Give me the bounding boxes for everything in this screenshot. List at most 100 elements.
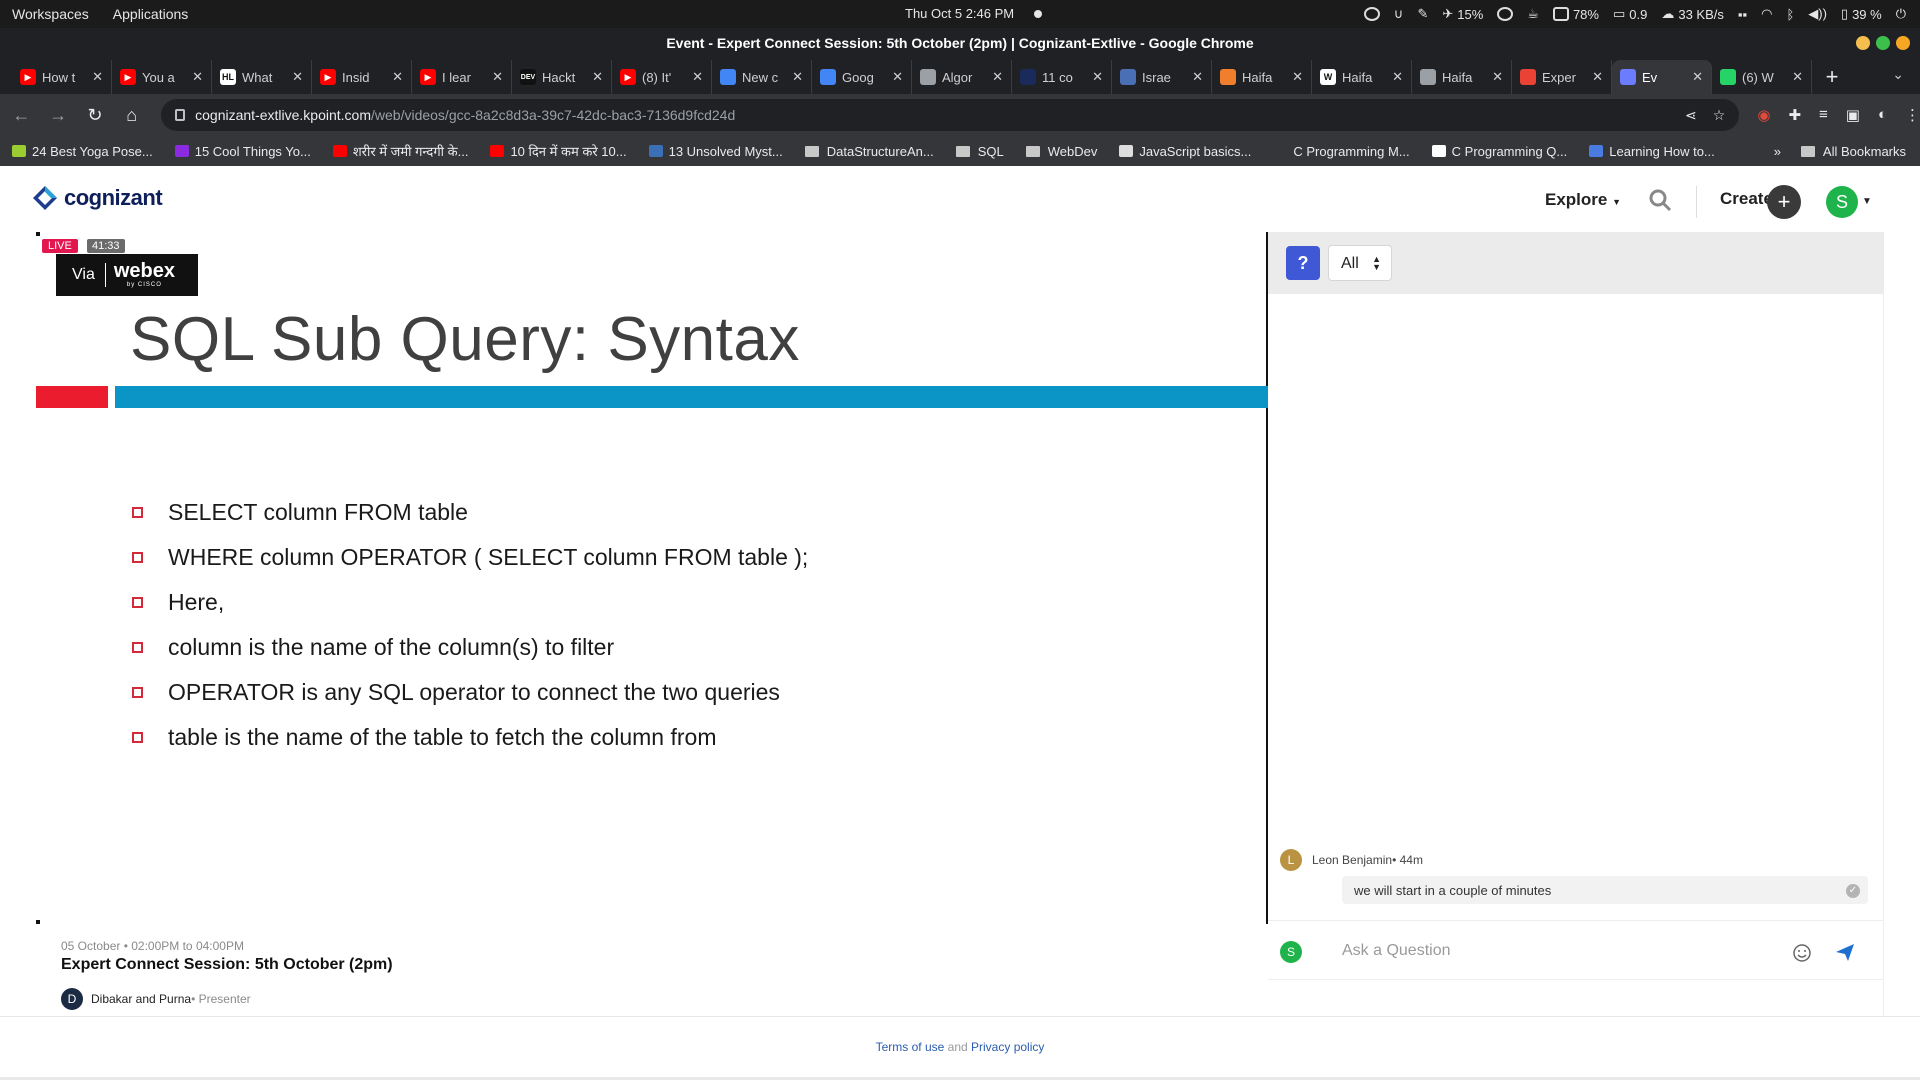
bookmark-item[interactable]: SQL [955,144,1004,159]
extensions-puzzle-icon[interactable]: ✚ [1788,106,1801,124]
media-control-icon[interactable]: ≡ [1819,106,1828,124]
address-bar[interactable]: cognizant-extlive.kpoint.com /web/videos… [161,99,1740,131]
tray-battery-indicator[interactable]: 78% [1552,7,1599,22]
browser-tab[interactable]: 11 co ✕ [1012,60,1112,94]
bookmark-item[interactable]: C Programming M... [1273,144,1410,159]
search-icon[interactable] [1648,188,1672,212]
bookmark-item[interactable]: WebDev [1025,144,1097,159]
tab-close-icon[interactable]: ✕ [892,69,903,85]
bookmarks-overflow-icon[interactable]: » [1774,144,1781,159]
tab-close-icon[interactable]: ✕ [992,69,1003,85]
tray-app-icon[interactable] [1363,7,1380,21]
browser-tab[interactable]: DEV Hackt ✕ [512,60,612,94]
browser-tab[interactable]: Haifa ✕ [1412,60,1512,94]
qa-filter-select[interactable]: All ▲ ▼ [1328,245,1392,281]
power-menu-icon[interactable]: ⏻ [1896,6,1906,22]
browser-tab[interactable]: ▶ I lear ✕ [412,60,512,94]
browser-tab[interactable]: ▶ How t ✕ [12,60,112,94]
browser-tab[interactable]: Ev ✕ [1612,60,1712,94]
terms-link[interactable]: Terms of use [876,1040,945,1054]
create-label[interactable]: Create [1720,189,1773,209]
tray-magnet-icon[interactable]: ∪ [1394,6,1404,22]
tray-network-indicator[interactable]: ☁ 33 KB/s [1661,6,1724,22]
tab-close-icon[interactable]: ✕ [192,69,203,85]
browser-tab[interactable]: New c ✕ [712,60,812,94]
chrome-menu-icon[interactable]: ⋮ [1905,106,1920,124]
os-menu-applications[interactable]: Applications [101,6,201,22]
presenter-name[interactable]: Dibakar and Purna [91,992,191,1006]
share-icon[interactable]: ⋖ [1685,107,1697,124]
browser-tab[interactable]: ▶ Insid ✕ [312,60,412,94]
browser-tab[interactable]: Israe ✕ [1112,60,1212,94]
tab-close-icon[interactable]: ✕ [1592,69,1603,85]
tray-coffee-icon[interactable]: ☕ [1527,6,1539,22]
bookmark-item[interactable]: JavaScript basics... [1119,144,1251,159]
tab-close-icon[interactable]: ✕ [292,69,303,85]
browser-tab[interactable]: Algor ✕ [912,60,1012,94]
tray-load-indicator[interactable]: ▭ 0.9 [1613,6,1647,22]
tab-close-icon[interactable]: ✕ [1392,69,1403,85]
side-panel-icon[interactable]: ▣ [1846,106,1860,124]
browser-tab[interactable]: HL What ✕ [212,60,312,94]
forward-icon[interactable]: → [43,99,74,131]
tray-layout-icon[interactable]: ▪▪ [1738,7,1747,22]
tab-close-icon[interactable]: ✕ [1192,69,1203,85]
wifi-icon[interactable]: ◠ [1761,6,1772,22]
tab-close-icon[interactable]: ✕ [1292,69,1303,85]
maximize-icon[interactable] [1876,36,1890,50]
tab-close-icon[interactable]: ✕ [592,69,603,85]
emoji-icon[interactable] [1792,943,1812,963]
privacy-link[interactable]: Privacy policy [971,1040,1044,1054]
os-menu-workspaces[interactable]: Workspaces [0,6,101,22]
bookmark-star-icon[interactable]: ☆ [1713,107,1726,124]
bookmark-item[interactable]: शरीर में जमी गन्दगी के... [332,142,468,160]
tab-close-icon[interactable]: ✕ [492,69,503,85]
tab-close-icon[interactable]: ✕ [1792,69,1803,85]
bookmark-item[interactable]: C Programming Q... [1431,144,1567,159]
create-button[interactable]: + [1767,185,1801,219]
chevron-down-icon[interactable]: ▼ [1862,196,1872,207]
lock-icon[interactable] [175,109,186,121]
tab-close-icon[interactable]: ✕ [1492,69,1503,85]
browser-tab[interactable]: ▶ (8) It' ✕ [612,60,712,94]
tray-fan-indicator[interactable]: ✈ 15% [1442,6,1483,22]
tab-close-icon[interactable]: ✕ [1692,69,1703,85]
bookmark-item[interactable]: 24 Best Yoga Pose... [12,144,153,159]
all-bookmarks[interactable]: All Bookmarks [1800,144,1906,159]
tab-close-icon[interactable]: ✕ [792,69,803,85]
ask-question-input[interactable] [1342,937,1762,965]
os-clock[interactable]: Thu Oct 5 2:46 PM [905,6,1014,21]
bluetooth-icon[interactable]: ᛒ [1786,7,1794,22]
tray-pen-icon[interactable]: ✎ [1417,6,1428,22]
explore-menu[interactable]: Explore ▼ [1545,190,1621,210]
question-icon[interactable]: ? [1286,246,1320,280]
bookmark-item[interactable]: Learning How to... [1589,144,1715,159]
tray-gauge-icon[interactable] [1497,7,1514,21]
tab-close-icon[interactable]: ✕ [1092,69,1103,85]
tab-close-icon[interactable]: ✕ [92,69,103,85]
presenter-avatar[interactable]: D [61,988,83,1010]
reload-icon[interactable]: ↻ [80,99,111,131]
tab-close-icon[interactable]: ✕ [392,69,403,85]
user-avatar[interactable]: S [1826,186,1858,218]
new-tab-icon[interactable]: + [1812,60,1852,94]
bookmark-item[interactable]: 13 Unsolved Myst... [648,144,783,159]
profile-icon[interactable]: ◐ [1878,106,1887,124]
browser-tab[interactable]: Goog ✕ [812,60,912,94]
cognizant-logo[interactable]: cognizant [32,185,163,211]
extension-record-icon[interactable]: ◉ [1757,106,1770,124]
volume-icon[interactable]: ◀)) [1808,6,1827,22]
bookmark-item[interactable]: DataStructureAn... [804,144,934,159]
close-window-icon[interactable] [1896,36,1910,50]
browser-tab[interactable]: (6) W ✕ [1712,60,1812,94]
tray-power-indicator[interactable]: ▯ 39 % [1841,6,1882,22]
back-icon[interactable]: ← [6,99,37,131]
video-player[interactable]: LIVE 41:33 Via webex by CISCO SQL Sub Qu… [36,232,1268,924]
tab-close-icon[interactable]: ✕ [692,69,703,85]
send-icon[interactable] [1834,941,1856,963]
browser-tab[interactable]: Exper ✕ [1512,60,1612,94]
browser-tab[interactable]: Haifa ✕ [1212,60,1312,94]
home-icon[interactable]: ⌂ [116,99,147,131]
bookmark-item[interactable]: 15 Cool Things Yo... [174,144,311,159]
browser-tab[interactable]: ▶ You a ✕ [112,60,212,94]
